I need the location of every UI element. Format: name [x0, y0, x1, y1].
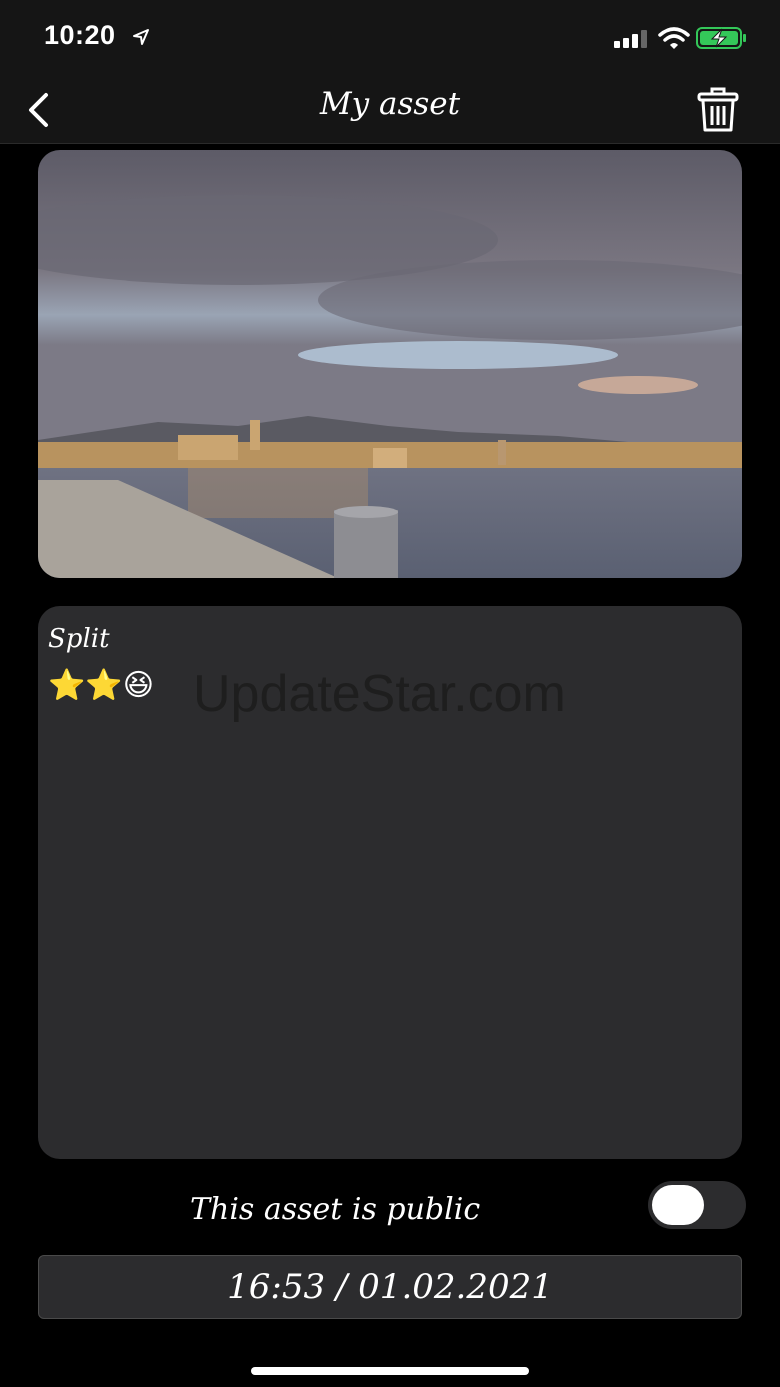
asset-photo[interactable] — [38, 150, 742, 578]
home-indicator[interactable] — [251, 1367, 529, 1375]
watermark: UpdateStar.com — [193, 665, 566, 723]
navigation-bar: My asset — [0, 76, 780, 144]
harbor-sunset-photo — [38, 150, 742, 578]
public-setting-row: This asset is public — [0, 1178, 780, 1238]
status-time: 10:20 — [44, 20, 116, 50]
cellular-signal-icon — [614, 30, 647, 48]
battery-charging-icon — [696, 27, 746, 49]
wifi-icon — [658, 27, 690, 49]
note-title: Split — [48, 624, 110, 654]
public-label: This asset is public — [190, 1192, 481, 1227]
page-title: My asset — [319, 86, 461, 122]
location-arrow-icon — [133, 29, 149, 45]
timestamp-field[interactable]: 16:53 / 01.02.2021 — [38, 1255, 742, 1319]
note-body: ⭐⭐😆 — [48, 668, 154, 703]
public-toggle[interactable] — [648, 1181, 746, 1229]
delete-button[interactable] — [694, 86, 742, 134]
toggle-knob — [652, 1185, 704, 1225]
trash-icon — [697, 87, 739, 132]
status-bar: 10:20 — [0, 0, 780, 76]
note-card[interactable]: UpdateStar.com Split ⭐⭐😆 — [38, 606, 742, 1159]
